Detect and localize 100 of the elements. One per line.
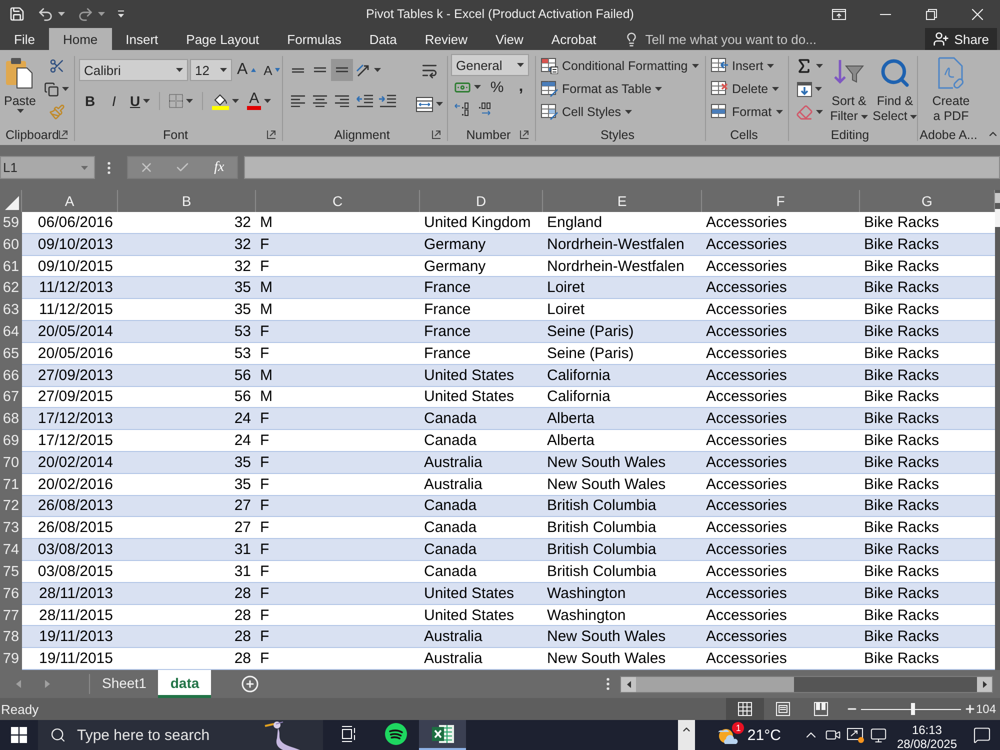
taskbar-app-button[interactable] [419,720,466,750]
table-cell: 24 [118,430,256,452]
italic-button[interactable]: I [103,90,125,112]
table-cell: 19/11/2015 [22,648,118,670]
grow-font-button[interactable]: A [234,59,259,81]
table-cell: British Columbia [543,539,702,561]
scissors-icon [48,58,64,74]
name-box[interactable]: L1 [0,156,95,179]
table-cell: 56 [118,364,256,386]
caret-icon [62,87,69,91]
sheet-tab[interactable]: data [158,670,212,698]
dialog-launcher-icon[interactable] [432,130,441,139]
view-button[interactable] [726,698,764,720]
align-right-icon [334,94,350,108]
spotify-icon [384,723,406,745]
dialog-launcher-icon[interactable] [520,130,529,139]
table-cell: Canada [420,561,543,583]
cells-button[interactable]: Delete [709,77,785,100]
table-cell: Accessories [702,474,860,496]
shrink-font-button[interactable]: A [260,59,284,81]
table-cell: Bike Racks [860,561,995,583]
tell-me-field[interactable]: Tell me what you want to do... [645,32,846,46]
sheet-tab[interactable]: Sheet1 [90,670,158,698]
table-cell: Alberta [543,430,702,452]
vertical-scrollbar[interactable] [995,190,1000,670]
horizontal-scrollbar[interactable] [620,676,993,692]
underline-button[interactable]: U [127,90,154,112]
ribbon-tab[interactable]: Formulas [273,28,356,50]
font-name-dropdown[interactable]: Calibri [79,59,188,81]
slider-thumb[interactable] [910,703,915,715]
expand-button[interactable] [678,720,696,750]
table-cell: 06/06/2016 [22,212,118,234]
share-button[interactable]: Share [925,28,997,50]
number-format-dropdown[interactable]: General [451,54,529,76]
table-cell: 28 [118,626,256,648]
weather-button[interactable]: 1 21°C [712,720,785,750]
table-cell: Accessories [702,452,860,474]
dialog-launcher-icon[interactable] [59,130,68,139]
ribbon-tab[interactable]: Data [355,28,411,50]
table-cell: Bike Racks [860,648,995,670]
ribbon-tab[interactable]: Acrobat [537,28,610,50]
ribbon-tab[interactable]: Home [48,28,112,50]
ribbon-tab[interactable]: Insert [112,28,172,50]
create-pdf-button[interactable]: Create a PDF [921,53,981,124]
group-label: Number [466,128,511,142]
group-label: Font [162,128,188,142]
ribbon-tab[interactable]: Review [410,28,482,50]
screen-icon [846,728,864,742]
scroll-left-button[interactable] [621,676,636,692]
find-select-button[interactable]: Find & Select [872,53,918,124]
font-color-button[interactable]: A [244,90,274,112]
styles-button[interactable]: Format as Table [539,77,701,100]
ribbon-tab[interactable]: Page Layout [172,28,274,50]
table-cell: France [420,299,543,322]
font-size-dropdown[interactable]: 12 [190,59,232,81]
table-cell: M [256,212,420,234]
search-bar[interactable]: Type here to search [38,720,323,750]
caret-icon [220,68,227,72]
table-cell: Seine (Paris) [543,321,702,343]
table-cell: F [256,321,420,343]
scroll-right-button[interactable] [977,676,992,692]
paste-button[interactable]: Paste [3,53,37,124]
zoom-in-icon[interactable] [964,703,976,715]
table-cell: Bike Racks [860,212,995,234]
caret-icon [692,64,699,68]
table-cell: United States [420,364,543,386]
ribbon-tab[interactable]: View [481,28,538,50]
table-cell: 32 [118,212,256,234]
table-cell: Accessories [702,299,860,322]
cells-button[interactable]: Format [709,100,785,123]
styles-button[interactable]: Conditional Formatting [539,54,701,77]
comma-style-button[interactable]: , [510,76,532,98]
align-lines-icon [290,68,306,72]
styles-button[interactable]: Cell Styles [539,100,701,123]
table-cell: M [256,277,420,300]
table-cell: 27 [118,496,256,518]
ribbon-tab[interactable]: File [0,28,49,50]
search-field[interactable]: Type here to search [77,726,252,744]
table-cell: 32 [118,256,256,278]
table-cell: United States [420,386,543,408]
cells-button[interactable]: Insert [709,54,785,77]
table-cell: F [256,648,420,670]
caret-icon [814,87,822,91]
page-icon [776,702,790,716]
table-cell: Australia [420,474,543,496]
sort-filter-button[interactable]: Sort & Filter [830,53,868,124]
clock-button[interactable]: 16:13 28/08/2025 [894,720,960,750]
percent-style-button[interactable]: % [486,76,508,98]
align-lines-icon [312,67,328,73]
format-cells-icon [711,104,728,120]
table-cell: Canada [420,408,543,430]
vertical-align-button[interactable] [331,59,353,81]
zoom-level-text[interactable]: 104 [976,702,1000,716]
table-cell: United States [420,604,543,626]
dialog-launcher-icon[interactable] [267,130,276,139]
bold-button[interactable]: B [79,90,101,112]
table-cell: F [256,474,420,496]
table-cell: Accessories [702,277,860,300]
insert-function-button[interactable]: fx [212,160,226,176]
formula-field[interactable] [244,156,1000,179]
